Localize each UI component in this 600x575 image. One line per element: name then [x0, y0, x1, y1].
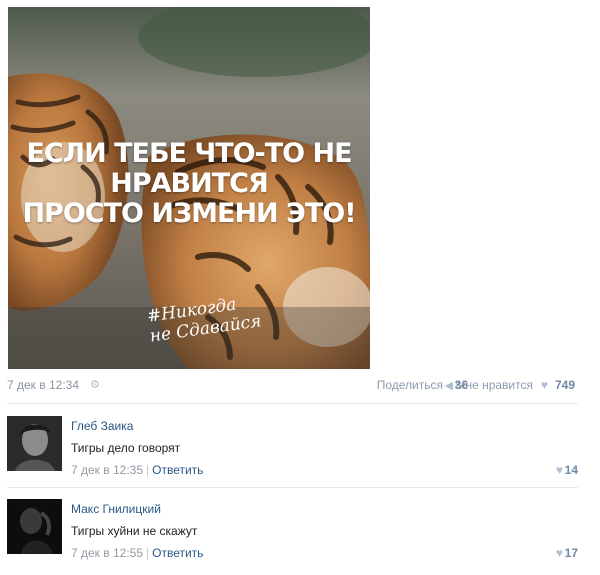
comment-like-count[interactable]: 14 [565, 463, 578, 477]
like-button[interactable]: Мне нравится [455, 378, 533, 392]
comment-meta: 7 дек в 12:35 | Ответить [71, 463, 203, 477]
like-count[interactable]: 749 [555, 378, 575, 392]
image-caption-line-2: НРАВИТСЯ [110, 168, 268, 199]
comment-meta: 7 дек в 12:55 | Ответить [71, 546, 203, 560]
reply-button[interactable]: Ответить [152, 546, 203, 560]
comment-text: Тигры хуйни не скажут [71, 524, 198, 538]
heart-icon[interactable]: ♥ [541, 378, 548, 392]
comment-text: Тигры дело говорят [71, 441, 181, 455]
heart-icon[interactable]: ♥ [556, 546, 563, 560]
megaphone-icon[interactable]: ◀ [445, 379, 453, 392]
avatar[interactable] [7, 416, 62, 471]
comment-author[interactable]: Глеб Заика [71, 419, 133, 433]
gear-icon[interactable]: ⚙ [90, 378, 100, 391]
comment-like-count[interactable]: 17 [565, 546, 578, 560]
share-button[interactable]: Поделиться [377, 378, 443, 392]
comment-author[interactable]: Макс Гнилицкий [71, 502, 161, 516]
comment-date[interactable]: 7 дек в 12:35 [71, 463, 143, 477]
separator: | [146, 463, 150, 477]
reply-button[interactable]: Ответить [152, 463, 203, 477]
comment-date[interactable]: 7 дек в 12:55 [71, 546, 143, 560]
post-image[interactable]: ЕСЛИ ТЕБЕ ЧТО-ТО НЕ НРАВИТСЯ ПРОСТО ИЗМЕ… [8, 7, 370, 369]
avatar[interactable] [7, 499, 62, 554]
heart-icon[interactable]: ♥ [556, 463, 563, 477]
divider [7, 403, 578, 404]
post-date[interactable]: 7 дек в 12:34 [7, 378, 79, 392]
comment: Макс Гнилицкий Тигры хуйни не скажут 7 д… [7, 499, 578, 575]
comment: Глеб Заика Тигры дело говорят 7 дек в 12… [7, 416, 578, 492]
divider [7, 487, 578, 488]
image-caption-line-3: ПРОСТО ИЗМЕНИ ЭТО! [22, 198, 356, 229]
separator: | [146, 546, 150, 560]
image-caption-line-1: ЕСЛИ ТЕБЕ ЧТО-ТО НЕ [26, 138, 352, 169]
post-meta-row: 7 дек в 12:34 ⚙ Поделиться ◀ 36 Мне нрав… [7, 378, 575, 394]
